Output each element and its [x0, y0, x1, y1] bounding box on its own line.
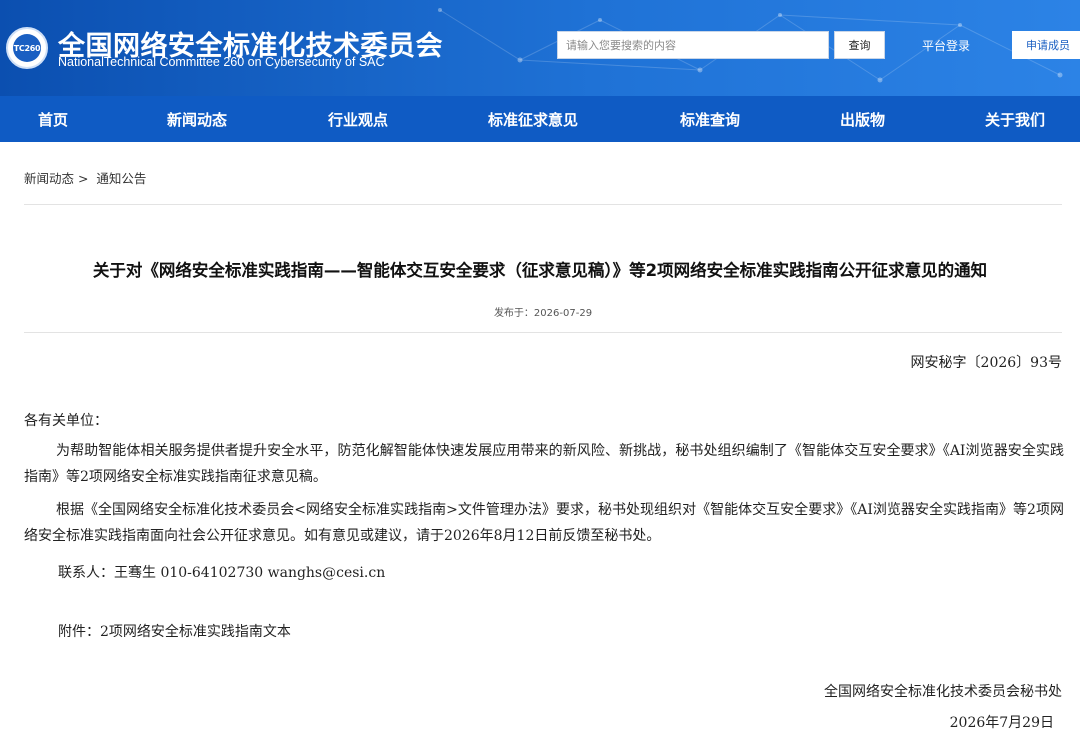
nav-item-standard-comments[interactable]: 标准征求意见 [488, 96, 578, 142]
nav-item-news[interactable]: 新闻动态 [167, 96, 227, 142]
article-title: 关于对《网络安全标准实践指南——智能体交互安全要求（征求意见稿）》等2项网络安全… [92, 261, 988, 280]
nav-item-about-us[interactable]: 关于我们 [985, 96, 1045, 142]
nav-item-industry-views[interactable]: 行业观点 [328, 96, 388, 142]
publish-date: 发布于：2026-07-29 [493, 308, 593, 319]
paragraph-1: 为帮助智能体相关服务提供者提升安全水平，防范化解智能体快速发展应用带来的新风险、… [24, 443, 1064, 485]
main-nav: 首页 新闻动态 行业观点 标准征求意见 标准查询 出版物 关于我们 [0, 96, 1080, 142]
nav-item-standard-search[interactable]: 标准查询 [680, 96, 740, 142]
logo-emblem: TC260 [13, 34, 41, 62]
site-header: TC260 全国网络安全标准化技术委员会 NationalTechnical C… [0, 0, 1080, 96]
breadcrumb-notices[interactable]: 通知公告 [96, 171, 146, 186]
site-subtitle: NationalTechnical Committee 260 on Cyber… [58, 55, 385, 69]
document-number: 网安秘字〔2026〕93号 [910, 355, 1062, 371]
signature: 全国网络安全标准化技术委员会秘书处 [824, 684, 1062, 700]
platform-login-link[interactable]: 平台登录 [922, 37, 970, 54]
breadcrumb: 新闻动态 > 通知公告 [24, 168, 146, 187]
contact-info: 联系人：王骞生 010-64102730 wanghs@cesi.cn [58, 565, 386, 581]
search-input[interactable] [557, 31, 829, 59]
paragraph-2: 根据《全国网络安全标准化技术委员会<网络安全标准实践指南>文件管理办法》要求，秘… [24, 502, 1064, 544]
signature-date: 2026年7月29日 [949, 715, 1054, 731]
nav-item-publications[interactable]: 出版物 [840, 96, 885, 142]
divider [24, 204, 1062, 205]
tc260-logo[interactable]: TC260 [6, 27, 48, 69]
salutation: 各有关单位： [24, 413, 108, 429]
divider [24, 332, 1062, 333]
nav-item-home[interactable]: 首页 [38, 96, 68, 142]
apply-membership-button[interactable]: 申请成员 [1012, 31, 1080, 59]
attachment-line: 附件：2项网络安全标准实践指南文本 [58, 624, 291, 640]
breadcrumb-news[interactable]: 新闻动态 > [24, 171, 88, 186]
search-button[interactable]: 查询 [834, 31, 885, 59]
